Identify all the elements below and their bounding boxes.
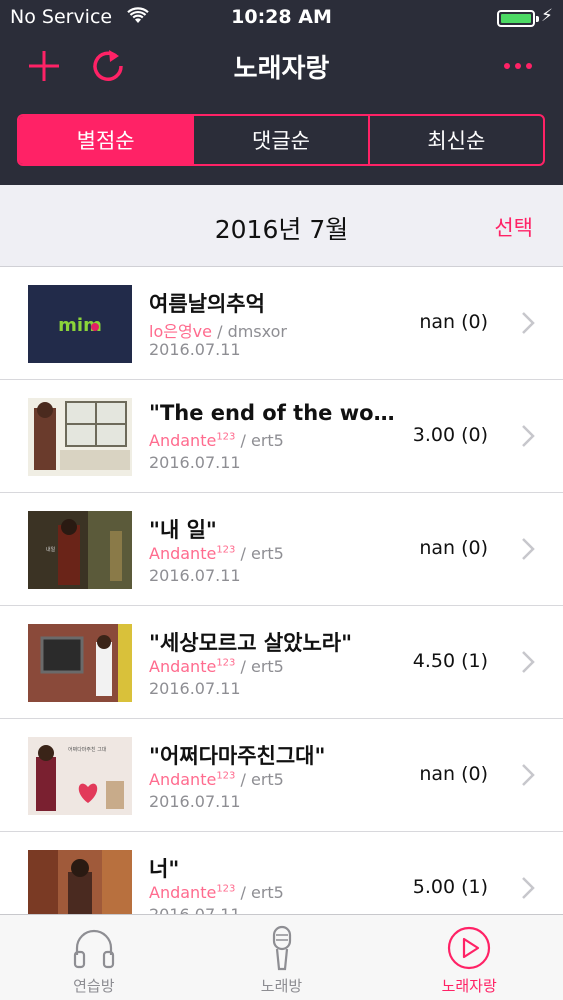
uploader-name: ert5: [250, 431, 284, 450]
list-item[interactable]: "The end of the world" Andante123 / ert5…: [0, 380, 563, 493]
song-list: mim 여름날의추억 lo은영ve / dmsxor 2016.07.11 na…: [0, 267, 563, 914]
tab-label: 노래자랑: [441, 977, 497, 995]
uploader-name: ert5: [250, 883, 284, 902]
singer-name: Andante123: [149, 883, 236, 902]
uploader-name: ert5: [250, 770, 284, 789]
singer-name: Andante123: [149, 770, 236, 789]
navbar: 노래자랑: [0, 36, 563, 100]
list-item[interactable]: 내일 "내 일" Andante123 / ert5 2016.07.11 na…: [0, 493, 563, 606]
sort-by-latest-tab[interactable]: 최신순: [370, 116, 543, 164]
uploader-name: dmsxor: [227, 322, 287, 341]
tab-bar: 연습방 노래방 노래자랑: [0, 914, 563, 1000]
status-bar: No Service 10:28 AM ⚡: [0, 0, 563, 36]
chevron-right-icon: [522, 877, 535, 899]
singer-name: Andante123: [149, 431, 236, 450]
song-meta: Andante123 / ert5: [149, 544, 284, 563]
song-score: 3.00 (0): [412, 424, 488, 446]
svg-text:내일: 내일: [46, 546, 56, 553]
song-title: 너": [149, 857, 180, 881]
song-date: 2016.07.11: [149, 453, 241, 472]
list-item[interactable]: mim 여름날의추억 lo은영ve / dmsxor 2016.07.11 na…: [0, 267, 563, 380]
song-date: 2016.07.11: [149, 679, 241, 698]
song-title: 여름날의추억: [149, 292, 265, 316]
song-score: nan (0): [419, 311, 488, 333]
song-thumbnail: [28, 624, 132, 702]
tab-song-contest[interactable]: 노래자랑: [375, 915, 563, 1000]
more-icon[interactable]: [498, 46, 538, 86]
chevron-right-icon: [522, 425, 535, 447]
tab-label: 노래방: [260, 977, 303, 995]
song-title: "어쩌다마주친그대": [149, 744, 326, 768]
tab-practice-room[interactable]: 연습방: [0, 915, 188, 1000]
header: No Service 10:28 AM ⚡ 노래자랑 별점순 댓글순 최신순: [0, 0, 563, 185]
month-label: 2016년 7월: [214, 215, 349, 244]
uploader-name: ert5: [250, 657, 284, 676]
page-title: 노래자랑: [233, 54, 330, 84]
singer-name: Andante123: [149, 544, 236, 563]
singer-name: Andante123: [149, 657, 236, 676]
song-meta: Andante123 / ert5: [149, 657, 284, 676]
song-meta: Andante123 / ert5: [149, 883, 284, 902]
song-meta: Andante123 / ert5: [149, 770, 284, 789]
list-item[interactable]: "세상모르고 살았노라" Andante123 / ert5 2016.07.1…: [0, 606, 563, 719]
song-thumbnail: mim: [28, 285, 132, 363]
song-thumbnail: 어쩌다마주친 그대: [28, 737, 132, 815]
charging-icon: ⚡: [541, 6, 553, 26]
song-date: 2016.07.11: [149, 792, 241, 811]
song-title: "세상모르고 살았노라": [149, 631, 353, 655]
song-title: "내 일": [149, 518, 217, 542]
select-button[interactable]: 선택: [494, 212, 533, 242]
song-meta: lo은영ve / dmsxor: [149, 322, 287, 341]
tab-label: 연습방: [73, 977, 115, 995]
song-score: nan (0): [419, 537, 488, 559]
svg-text:어쩌다마주친 그대: 어쩌다마주친 그대: [68, 746, 107, 753]
uploader-name: ert5: [250, 544, 284, 563]
chevron-right-icon: [522, 764, 535, 786]
chevron-right-icon: [522, 312, 535, 334]
song-score: 4.50 (1): [412, 650, 488, 672]
list-item[interactable]: 어쩌다마주친 그대 "어쩌다마주친그대" Andante123 / ert5 2…: [0, 719, 563, 832]
song-date: 2016.07.11: [149, 566, 241, 585]
sort-by-comments-tab[interactable]: 댓글순: [194, 116, 370, 164]
song-thumbnail: [28, 850, 132, 914]
song-title: "The end of the world": [149, 401, 399, 425]
play-circle-icon: [448, 926, 491, 970]
sort-by-rating-tab[interactable]: 별점순: [19, 116, 195, 164]
headphones-icon: [73, 929, 114, 969]
singer-name: lo은영ve: [149, 322, 212, 341]
song-score: 5.00 (1): [412, 876, 488, 898]
microphone-icon: [272, 925, 291, 971]
song-score: nan (0): [419, 763, 488, 785]
song-date: 2016.07.11: [149, 905, 241, 914]
song-thumbnail: [28, 398, 132, 476]
song-thumbnail: 내일: [28, 511, 132, 589]
sort-segmented-control: 별점순 댓글순 최신순: [17, 114, 545, 166]
battery-icon: [497, 10, 539, 27]
list-item[interactable]: 너" Andante123 / ert5 2016.07.11 5.00 (1): [0, 832, 563, 914]
month-section-header: 2016년 7월 선택: [0, 185, 563, 267]
chevron-right-icon: [522, 538, 535, 560]
tab-karaoke-room[interactable]: 노래방: [188, 915, 376, 1000]
song-meta: Andante123 / ert5: [149, 431, 284, 450]
chevron-right-icon: [522, 651, 535, 673]
clock: 10:28 AM: [231, 6, 332, 28]
song-date: 2016.07.11: [149, 340, 241, 359]
